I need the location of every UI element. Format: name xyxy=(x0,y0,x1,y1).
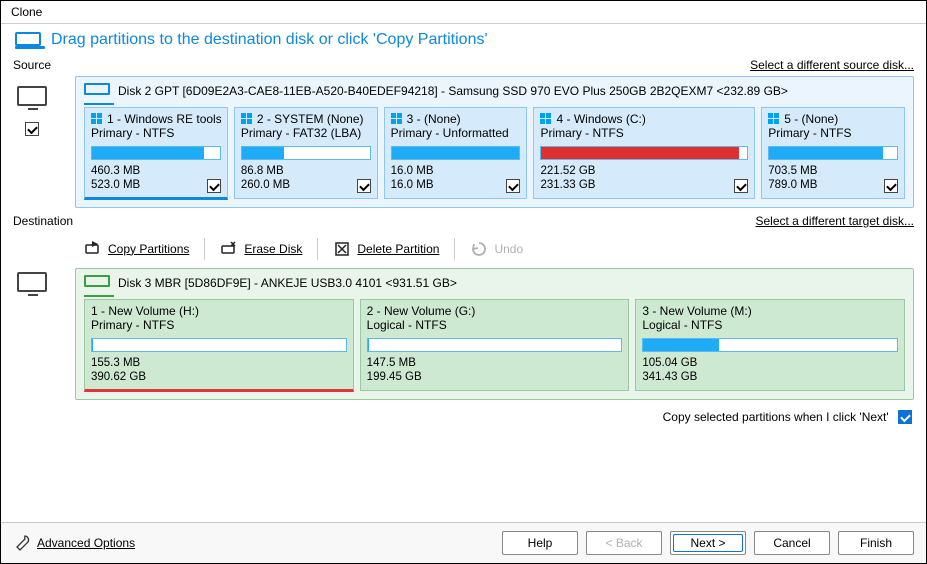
change-target-disk-link[interactable]: Select a different target disk... xyxy=(755,214,914,228)
partition-type: Logical - NTFS xyxy=(642,318,898,332)
source-label: Source xyxy=(13,58,51,72)
disk-icon xyxy=(15,30,43,50)
monitor-icon xyxy=(17,272,49,298)
delete-partition-button[interactable]: Delete Partition xyxy=(324,236,448,262)
partition-name: 5 - (None) xyxy=(784,112,838,126)
partition-checkbox[interactable] xyxy=(884,179,898,193)
back-button: < Back xyxy=(586,531,662,555)
cancel-button[interactable]: Cancel xyxy=(754,531,830,555)
usage-bar xyxy=(391,146,521,160)
destination-label: Destination xyxy=(13,214,73,228)
divider xyxy=(317,238,318,260)
partition-name: 2 - New Volume (G:) xyxy=(367,304,476,318)
usage-bar xyxy=(367,338,623,352)
usage-bar xyxy=(642,338,898,352)
partition-sizes: 86.8 MB260.0 MB xyxy=(241,164,290,193)
advanced-options-link[interactable]: Advanced Options xyxy=(37,536,135,550)
partition-type: Primary - Unformatted xyxy=(391,126,521,140)
wrench-icon xyxy=(13,534,31,552)
partition-sizes: 221.52 GB231.33 GB xyxy=(540,164,595,193)
windows-icon xyxy=(391,113,403,125)
partition-sizes: 105.04 GB341.43 GB xyxy=(642,356,697,385)
partition-checkbox[interactable] xyxy=(357,179,371,193)
partition-sizes: 16.0 MB16.0 MB xyxy=(391,164,434,193)
delete-partition-icon xyxy=(333,240,351,258)
erase-disk-button[interactable]: Erase Disk xyxy=(211,236,311,262)
partition-type: Primary - NTFS xyxy=(91,318,347,332)
partition-sizes: 147.5 MB199.45 GB xyxy=(367,356,422,385)
undo-icon xyxy=(470,240,488,258)
usage-bar xyxy=(768,146,898,160)
source-partition[interactable]: 5 - (None)Primary - NTFS 703.5 MB789.0 MB xyxy=(761,107,905,199)
partition-name: 4 - Windows (C:) xyxy=(556,112,645,126)
next-button[interactable]: Next > xyxy=(670,531,746,555)
partition-name: 3 - New Volume (M:) xyxy=(642,304,751,318)
copy-partitions-button[interactable]: Copy Partitions xyxy=(75,236,198,262)
erase-disk-icon xyxy=(220,240,238,258)
partition-checkbox[interactable] xyxy=(207,179,221,193)
copy-on-next-row: Copy selected partitions when I click 'N… xyxy=(1,406,926,431)
finish-button[interactable]: Finish xyxy=(838,531,914,555)
partition-type: Primary - NTFS xyxy=(540,126,748,140)
destination-actions: Copy Partitions Erase Disk D xyxy=(75,232,914,268)
divider xyxy=(204,238,205,260)
header: Drag partitions to the destination disk … xyxy=(1,24,926,58)
usage-bar xyxy=(91,338,347,352)
source-section: Source Select a different source disk...… xyxy=(1,58,926,214)
monitor-icon xyxy=(17,86,49,112)
source-disk-title: Disk 2 GPT [6D09E2A3-CAE8-11EB-A520-B40E… xyxy=(118,83,788,98)
partition-type: Primary - NTFS xyxy=(91,126,221,140)
clone-window: Clone Drag partitions to the destination… xyxy=(0,0,927,564)
partition-checkbox[interactable] xyxy=(506,179,520,193)
windows-icon xyxy=(241,113,253,125)
windows-icon xyxy=(540,113,552,125)
usage-bar xyxy=(91,146,221,160)
destination-partition[interactable]: 1 - New Volume (H:)Primary - NTFS 155.3 M… xyxy=(84,299,354,392)
source-partition[interactable]: 4 - Windows (C:)Primary - NTFS 221.52 GB2… xyxy=(533,107,755,199)
destination-disk-panel: Disk 3 MBR [5D86DF9E] - ANKEJE USB3.0 41… xyxy=(75,268,914,400)
disk-icon xyxy=(84,83,112,101)
windows-icon xyxy=(768,113,780,125)
copy-on-next-label: Copy selected partitions when I click 'N… xyxy=(663,410,889,424)
partition-checkbox[interactable] xyxy=(734,179,748,193)
usage-bar xyxy=(241,146,371,160)
source-disk-checkbox[interactable] xyxy=(25,122,39,136)
partition-name: 1 - New Volume (H:) xyxy=(91,304,199,318)
source-partition[interactable]: 2 - SYSTEM (None)Primary - FAT32 (LBA) 86… xyxy=(234,107,378,199)
destination-disk-title: Disk 3 MBR [5D86DF9E] - ANKEJE USB3.0 41… xyxy=(118,275,457,290)
windows-icon xyxy=(91,113,103,125)
partition-name: 1 - Windows RE tools (Non xyxy=(107,112,221,126)
partition-name: 3 - (None) xyxy=(407,112,461,126)
partition-sizes: 703.5 MB789.0 MB xyxy=(768,164,817,193)
copy-on-next-checkbox[interactable] xyxy=(898,410,912,424)
divider xyxy=(454,238,455,260)
destination-partition[interactable]: 2 - New Volume (G:)Logical - NTFS 147.5 M… xyxy=(360,299,630,391)
partition-name: 2 - SYSTEM (None) xyxy=(257,112,364,126)
copy-partitions-icon xyxy=(84,240,102,258)
source-partition[interactable]: 3 - (None)Primary - Unformatted 16.0 MB16… xyxy=(384,107,528,199)
disk-icon xyxy=(84,275,112,293)
undo-button: Undo xyxy=(461,236,532,262)
partition-type: Primary - FAT32 (LBA) xyxy=(241,126,371,140)
source-partition[interactable]: 1 - Windows RE tools (NonPrimary - NTFS 4… xyxy=(84,107,228,200)
window-title: Clone xyxy=(1,1,926,24)
usage-bar xyxy=(540,146,748,160)
change-source-disk-link[interactable]: Select a different source disk... xyxy=(750,58,914,72)
partition-type: Logical - NTFS xyxy=(367,318,623,332)
source-disk-panel: Disk 2 GPT [6D09E2A3-CAE8-11EB-A520-B40E… xyxy=(75,76,914,208)
partition-type: Primary - NTFS xyxy=(768,126,898,140)
partition-sizes: 460.3 MB523.0 MB xyxy=(91,164,140,193)
destination-partition[interactable]: 3 - New Volume (M:)Logical - NTFS 105.04 … xyxy=(635,299,905,391)
partition-sizes: 155.3 MB390.62 GB xyxy=(91,356,146,385)
footer: Advanced Options Help < Back Next > Canc… xyxy=(1,522,926,563)
destination-section: Destination Select a different target di… xyxy=(1,214,926,406)
help-button[interactable]: Help xyxy=(502,531,578,555)
hint-text: Drag partitions to the destination disk … xyxy=(51,31,488,49)
